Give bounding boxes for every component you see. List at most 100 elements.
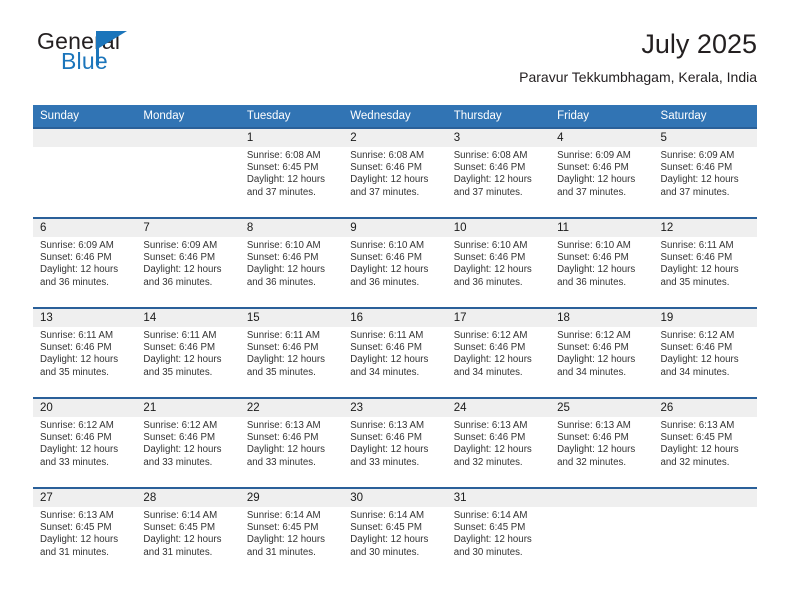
sunrise-text: Sunrise: 6:09 AM xyxy=(557,150,631,161)
calendar-day-cell[interactable]: 13 Sunrise: 6:11 AM Sunset: 6:46 PM Dayligh… xyxy=(33,307,137,398)
calendar-day-cell[interactable]: 30 Sunrise: 6:14 AM Sunset: 6:45 PM Dayligh… xyxy=(343,487,447,578)
daylight-text-line1: Daylight: 12 hours xyxy=(453,534,532,546)
day-number: 5 xyxy=(653,129,757,147)
daylight-text-line2: and 35 minutes. xyxy=(660,276,730,288)
calendar-day-cell-empty xyxy=(550,487,654,578)
calendar-day-cell[interactable]: 4 Sunrise: 6:09 AM Sunset: 6:46 PM Daylight… xyxy=(550,127,654,218)
calendar-day-cell[interactable]: 18 Sunrise: 6:12 AM Sunset: 6:46 PM Dayligh… xyxy=(550,307,654,398)
calendar-day-cell[interactable]: 24 Sunrise: 6:13 AM Sunset: 6:46 PM Dayligh… xyxy=(446,397,551,488)
calendar-day-cell[interactable]: 23 Sunrise: 6:13 AM Sunset: 6:46 PM Dayligh… xyxy=(343,397,447,488)
day-cell-inner: 27 Sunrise: 6:13 AM Sunset: 6:45 PM Dayligh… xyxy=(33,489,137,577)
calendar-day-cell[interactable]: 5 Sunrise: 6:09 AM Sunset: 6:46 PM Daylight… xyxy=(653,127,757,218)
daylight-text-line1: Daylight: 12 hours xyxy=(350,174,429,186)
sunset-text: Sunset: 6:46 PM xyxy=(557,432,629,444)
sunset-text: Sunset: 6:46 PM xyxy=(350,432,422,444)
weekday-header-monday: Monday xyxy=(136,105,240,128)
calendar-day-cell[interactable]: 22 Sunrise: 6:13 AM Sunset: 6:46 PM Dayligh… xyxy=(239,397,344,488)
sunset-text: Sunset: 6:46 PM xyxy=(246,432,319,444)
sunrise-text: Sunrise: 6:12 AM xyxy=(660,330,735,341)
calendar-day-cell[interactable]: 29 Sunrise: 6:14 AM Sunset: 6:45 PM Dayligh… xyxy=(239,487,344,578)
daylight-text-line1: Daylight: 12 hours xyxy=(350,264,429,276)
day-details: Sunrise: 6:14 AM Sunset: 6:45 PM Daylight:… xyxy=(343,507,446,559)
daylight-text-line2: and 36 minutes. xyxy=(246,276,316,288)
calendar-day-cell[interactable]: 17 Sunrise: 6:12 AM Sunset: 6:46 PM Dayligh… xyxy=(446,307,551,398)
day-cell-inner xyxy=(136,129,240,217)
day-number: 25 xyxy=(550,399,654,417)
daylight-text-line1: Daylight: 12 hours xyxy=(557,354,636,366)
calendar-day-cell[interactable]: 9 Sunrise: 6:10 AM Sunset: 6:46 PM Daylight… xyxy=(343,217,447,308)
calendar-day-cell[interactable]: 7 Sunrise: 6:09 AM Sunset: 6:46 PM Daylight… xyxy=(136,217,240,308)
day-cell-inner: 21 Sunrise: 6:12 AM Sunset: 6:46 PM Dayligh… xyxy=(136,399,240,487)
day-cell-inner: 17 Sunrise: 6:12 AM Sunset: 6:46 PM Dayligh… xyxy=(446,309,551,397)
day-details: Sunrise: 6:08 AM Sunset: 6:45 PM Daylight:… xyxy=(240,147,343,199)
daylight-text-line2: and 36 minutes. xyxy=(350,276,420,288)
day-number: 22 xyxy=(239,399,344,417)
daylight-text-line2: and 32 minutes. xyxy=(453,456,523,468)
day-cell-inner: 30 Sunrise: 6:14 AM Sunset: 6:45 PM Dayligh… xyxy=(343,489,447,577)
sunrise-text: Sunrise: 6:12 AM xyxy=(453,330,528,341)
sunset-text: Sunset: 6:46 PM xyxy=(453,162,526,174)
calendar-day-cell[interactable]: 3 Sunrise: 6:08 AM Sunset: 6:46 PM Daylight… xyxy=(446,127,551,218)
calendar-page: General Blue July 2025 Paravur Tekkumbha… xyxy=(0,0,792,612)
day-cell-inner: 6 Sunrise: 6:09 AM Sunset: 6:46 PM Daylight… xyxy=(33,219,137,307)
calendar-day-cell[interactable]: 25 Sunrise: 6:13 AM Sunset: 6:46 PM Dayligh… xyxy=(550,397,654,488)
calendar-day-cell[interactable]: 12 Sunrise: 6:11 AM Sunset: 6:46 PM Dayligh… xyxy=(653,217,757,308)
calendar-day-cell[interactable]: 31 Sunrise: 6:14 AM Sunset: 6:45 PM Dayligh… xyxy=(446,487,551,578)
daylight-text-line1: Daylight: 12 hours xyxy=(557,444,636,456)
calendar-day-cell[interactable]: 2 Sunrise: 6:08 AM Sunset: 6:46 PM Daylight… xyxy=(343,127,447,218)
day-number: 2 xyxy=(343,129,447,147)
daylight-text-line2: and 33 minutes. xyxy=(350,456,420,468)
calendar-day-cell[interactable]: 16 Sunrise: 6:11 AM Sunset: 6:46 PM Dayligh… xyxy=(343,307,447,398)
day-details: Sunrise: 6:11 AM Sunset: 6:46 PM Daylight:… xyxy=(654,237,757,289)
day-number: 7 xyxy=(136,219,240,237)
day-details: Sunrise: 6:12 AM Sunset: 6:46 PM Daylight:… xyxy=(447,327,550,379)
day-details: Sunrise: 6:14 AM Sunset: 6:45 PM Daylight:… xyxy=(136,507,239,559)
daylight-text-line1: Daylight: 12 hours xyxy=(453,264,532,276)
calendar-day-cell[interactable]: 6 Sunrise: 6:09 AM Sunset: 6:46 PM Daylight… xyxy=(33,217,137,308)
sunrise-text: Sunrise: 6:10 AM xyxy=(453,240,528,251)
calendar-day-cell[interactable]: 1 Sunrise: 6:08 AM Sunset: 6:45 PM Daylight… xyxy=(239,127,344,218)
daylight-text-line2: and 34 minutes. xyxy=(453,366,523,378)
day-cell-inner: 14 Sunrise: 6:11 AM Sunset: 6:46 PM Dayligh… xyxy=(136,309,240,397)
day-cell-inner: 5 Sunrise: 6:09 AM Sunset: 6:46 PM Daylight… xyxy=(653,129,757,217)
day-cell-inner: 15 Sunrise: 6:11 AM Sunset: 6:46 PM Dayligh… xyxy=(239,309,344,397)
calendar-day-cell[interactable]: 27 Sunrise: 6:13 AM Sunset: 6:45 PM Dayligh… xyxy=(33,487,137,578)
daylight-text-line1: Daylight: 12 hours xyxy=(143,534,222,546)
calendar-day-cell[interactable]: 8 Sunrise: 6:10 AM Sunset: 6:46 PM Daylight… xyxy=(239,217,344,308)
day-number: 21 xyxy=(136,399,240,417)
daylight-text-line2: and 36 minutes. xyxy=(143,276,213,288)
calendar-day-cell[interactable]: 20 Sunrise: 6:12 AM Sunset: 6:46 PM Dayligh… xyxy=(33,397,137,488)
sunrise-text: Sunrise: 6:13 AM xyxy=(660,420,735,431)
day-number: 15 xyxy=(239,309,344,327)
day-details: Sunrise: 6:13 AM Sunset: 6:45 PM Daylight:… xyxy=(33,507,136,559)
calendar-day-cell[interactable]: 10 Sunrise: 6:10 AM Sunset: 6:46 PM Dayligh… xyxy=(446,217,551,308)
sunrise-text: Sunrise: 6:12 AM xyxy=(557,330,631,341)
day-cell-inner: 2 Sunrise: 6:08 AM Sunset: 6:46 PM Daylight… xyxy=(343,129,447,217)
calendar-day-cell[interactable]: 15 Sunrise: 6:11 AM Sunset: 6:46 PM Dayligh… xyxy=(239,307,344,398)
calendar-day-cell[interactable]: 19 Sunrise: 6:12 AM Sunset: 6:46 PM Dayligh… xyxy=(653,307,757,398)
weekday-header-saturday: Saturday xyxy=(653,105,757,128)
sunset-text: Sunset: 6:46 PM xyxy=(40,252,112,264)
sunrise-text: Sunrise: 6:09 AM xyxy=(40,240,114,251)
day-details: Sunrise: 6:12 AM Sunset: 6:46 PM Daylight:… xyxy=(654,327,757,379)
calendar-day-cell[interactable]: 11 Sunrise: 6:10 AM Sunset: 6:46 PM Dayligh… xyxy=(550,217,654,308)
calendar-week-row: 27 Sunrise: 6:13 AM Sunset: 6:45 PM Dayligh… xyxy=(33,487,757,578)
calendar-day-cell[interactable]: 26 Sunrise: 6:13 AM Sunset: 6:45 PM Dayligh… xyxy=(653,397,757,488)
day-details: Sunrise: 6:11 AM Sunset: 6:46 PM Daylight:… xyxy=(240,327,343,379)
day-number: 11 xyxy=(550,219,654,237)
sunset-text: Sunset: 6:46 PM xyxy=(143,252,216,264)
day-details: Sunrise: 6:13 AM Sunset: 6:46 PM Daylight:… xyxy=(343,417,446,469)
calendar-header-row: Sunday Monday Tuesday Wednesday Thursday… xyxy=(33,105,757,128)
sunset-text: Sunset: 6:46 PM xyxy=(453,342,526,354)
general-blue-logo[interactable]: General Blue xyxy=(33,28,253,88)
calendar-day-cell[interactable]: 14 Sunrise: 6:11 AM Sunset: 6:46 PM Dayligh… xyxy=(136,307,240,398)
daylight-text-line1: Daylight: 12 hours xyxy=(350,354,429,366)
calendar-day-cell[interactable]: 21 Sunrise: 6:12 AM Sunset: 6:46 PM Dayligh… xyxy=(136,397,240,488)
sunrise-text: Sunrise: 6:08 AM xyxy=(350,150,425,161)
calendar-day-cell[interactable]: 28 Sunrise: 6:14 AM Sunset: 6:45 PM Dayligh… xyxy=(136,487,240,578)
daylight-text-line2: and 36 minutes. xyxy=(40,276,109,288)
day-cell-inner xyxy=(653,489,757,577)
day-number: 30 xyxy=(343,489,447,507)
daylight-text-line1: Daylight: 12 hours xyxy=(453,174,532,186)
daylight-text-line1: Daylight: 12 hours xyxy=(246,354,325,366)
